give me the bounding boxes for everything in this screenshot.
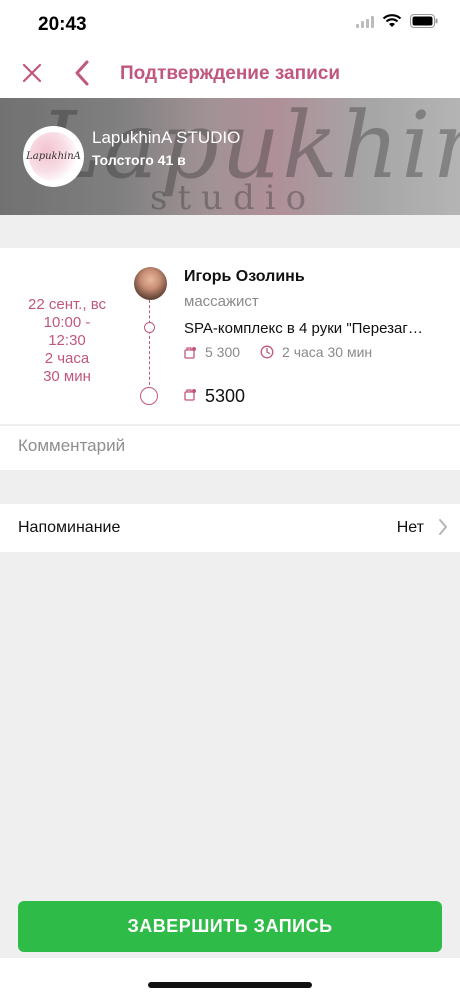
bottom-safe-area [0, 958, 460, 996]
service-meta: 5 300 2 часа 30 мин [184, 344, 372, 360]
salon-logo-text: LapukhinA [26, 151, 81, 162]
price-tag-icon [184, 346, 197, 359]
appointment-duration-minutes: 30 мин [43, 368, 91, 385]
salon-banner: LapukhinA studio LapukhinA LapukhinA STU… [0, 98, 460, 215]
chevron-right-icon [438, 518, 448, 541]
master-avatar [134, 267, 167, 300]
status-icons [356, 14, 438, 33]
master-role: массажист [184, 293, 259, 310]
page-title: Подтверждение записи [120, 63, 340, 84]
salon-name: LapukhinA STUDIO [92, 128, 241, 147]
signal-icon [356, 15, 374, 33]
battery-icon [410, 14, 438, 33]
master-name: Игорь Озолинь [184, 268, 305, 285]
reminder-label: Напоминание [18, 519, 121, 536]
service-duration: 2 часа 30 мин [282, 344, 373, 360]
appointment-card: 22 сент., вс 10:00 - 12:30 2 часа 30 мин… [0, 248, 460, 424]
reminder-row[interactable]: Напоминание Нет [0, 504, 460, 552]
wifi-icon [382, 14, 402, 33]
timeline-line [149, 300, 150, 390]
back-button[interactable] [67, 60, 97, 90]
back-chevron-icon [73, 60, 91, 91]
appointment-date: 22 сент., вс [28, 296, 106, 313]
reminder-value: Нет [396, 519, 424, 536]
total-row: 5300 [184, 386, 245, 407]
close-icon [21, 62, 43, 89]
timeline-total-dot [140, 387, 158, 405]
appointment-duration-hours: 2 часа [44, 350, 90, 367]
status-bar: 20:43 [0, 0, 460, 50]
close-button[interactable] [17, 60, 47, 90]
complete-booking-button[interactable]: ЗАВЕРШИТЬ ЗАПИСЬ [18, 901, 442, 952]
status-time: 20:43 [38, 14, 87, 35]
comment-row [0, 425, 460, 470]
appointment-datetime: 22 сент., вс 10:00 - 12:30 2 часа 30 мин [0, 296, 134, 386]
clock-icon [260, 345, 274, 359]
price-tag-icon [184, 388, 197, 406]
service-name: SPA-комплекс в 4 руки "Перезаг… [184, 320, 423, 337]
salon-logo: LapukhinA [23, 126, 84, 187]
appointment-time-to: 12:30 [48, 332, 86, 349]
home-indicator[interactable] [148, 982, 312, 988]
total-price: 5300 [205, 386, 246, 406]
service-price: 5 300 [205, 344, 241, 360]
nav-bar: Подтверждение записи [0, 50, 460, 98]
timeline-service-dot [144, 322, 155, 333]
salon-address: Толстого 41 в [92, 152, 186, 168]
comment-input[interactable] [18, 436, 438, 456]
appointment-time-from: 10:00 - [43, 314, 91, 331]
